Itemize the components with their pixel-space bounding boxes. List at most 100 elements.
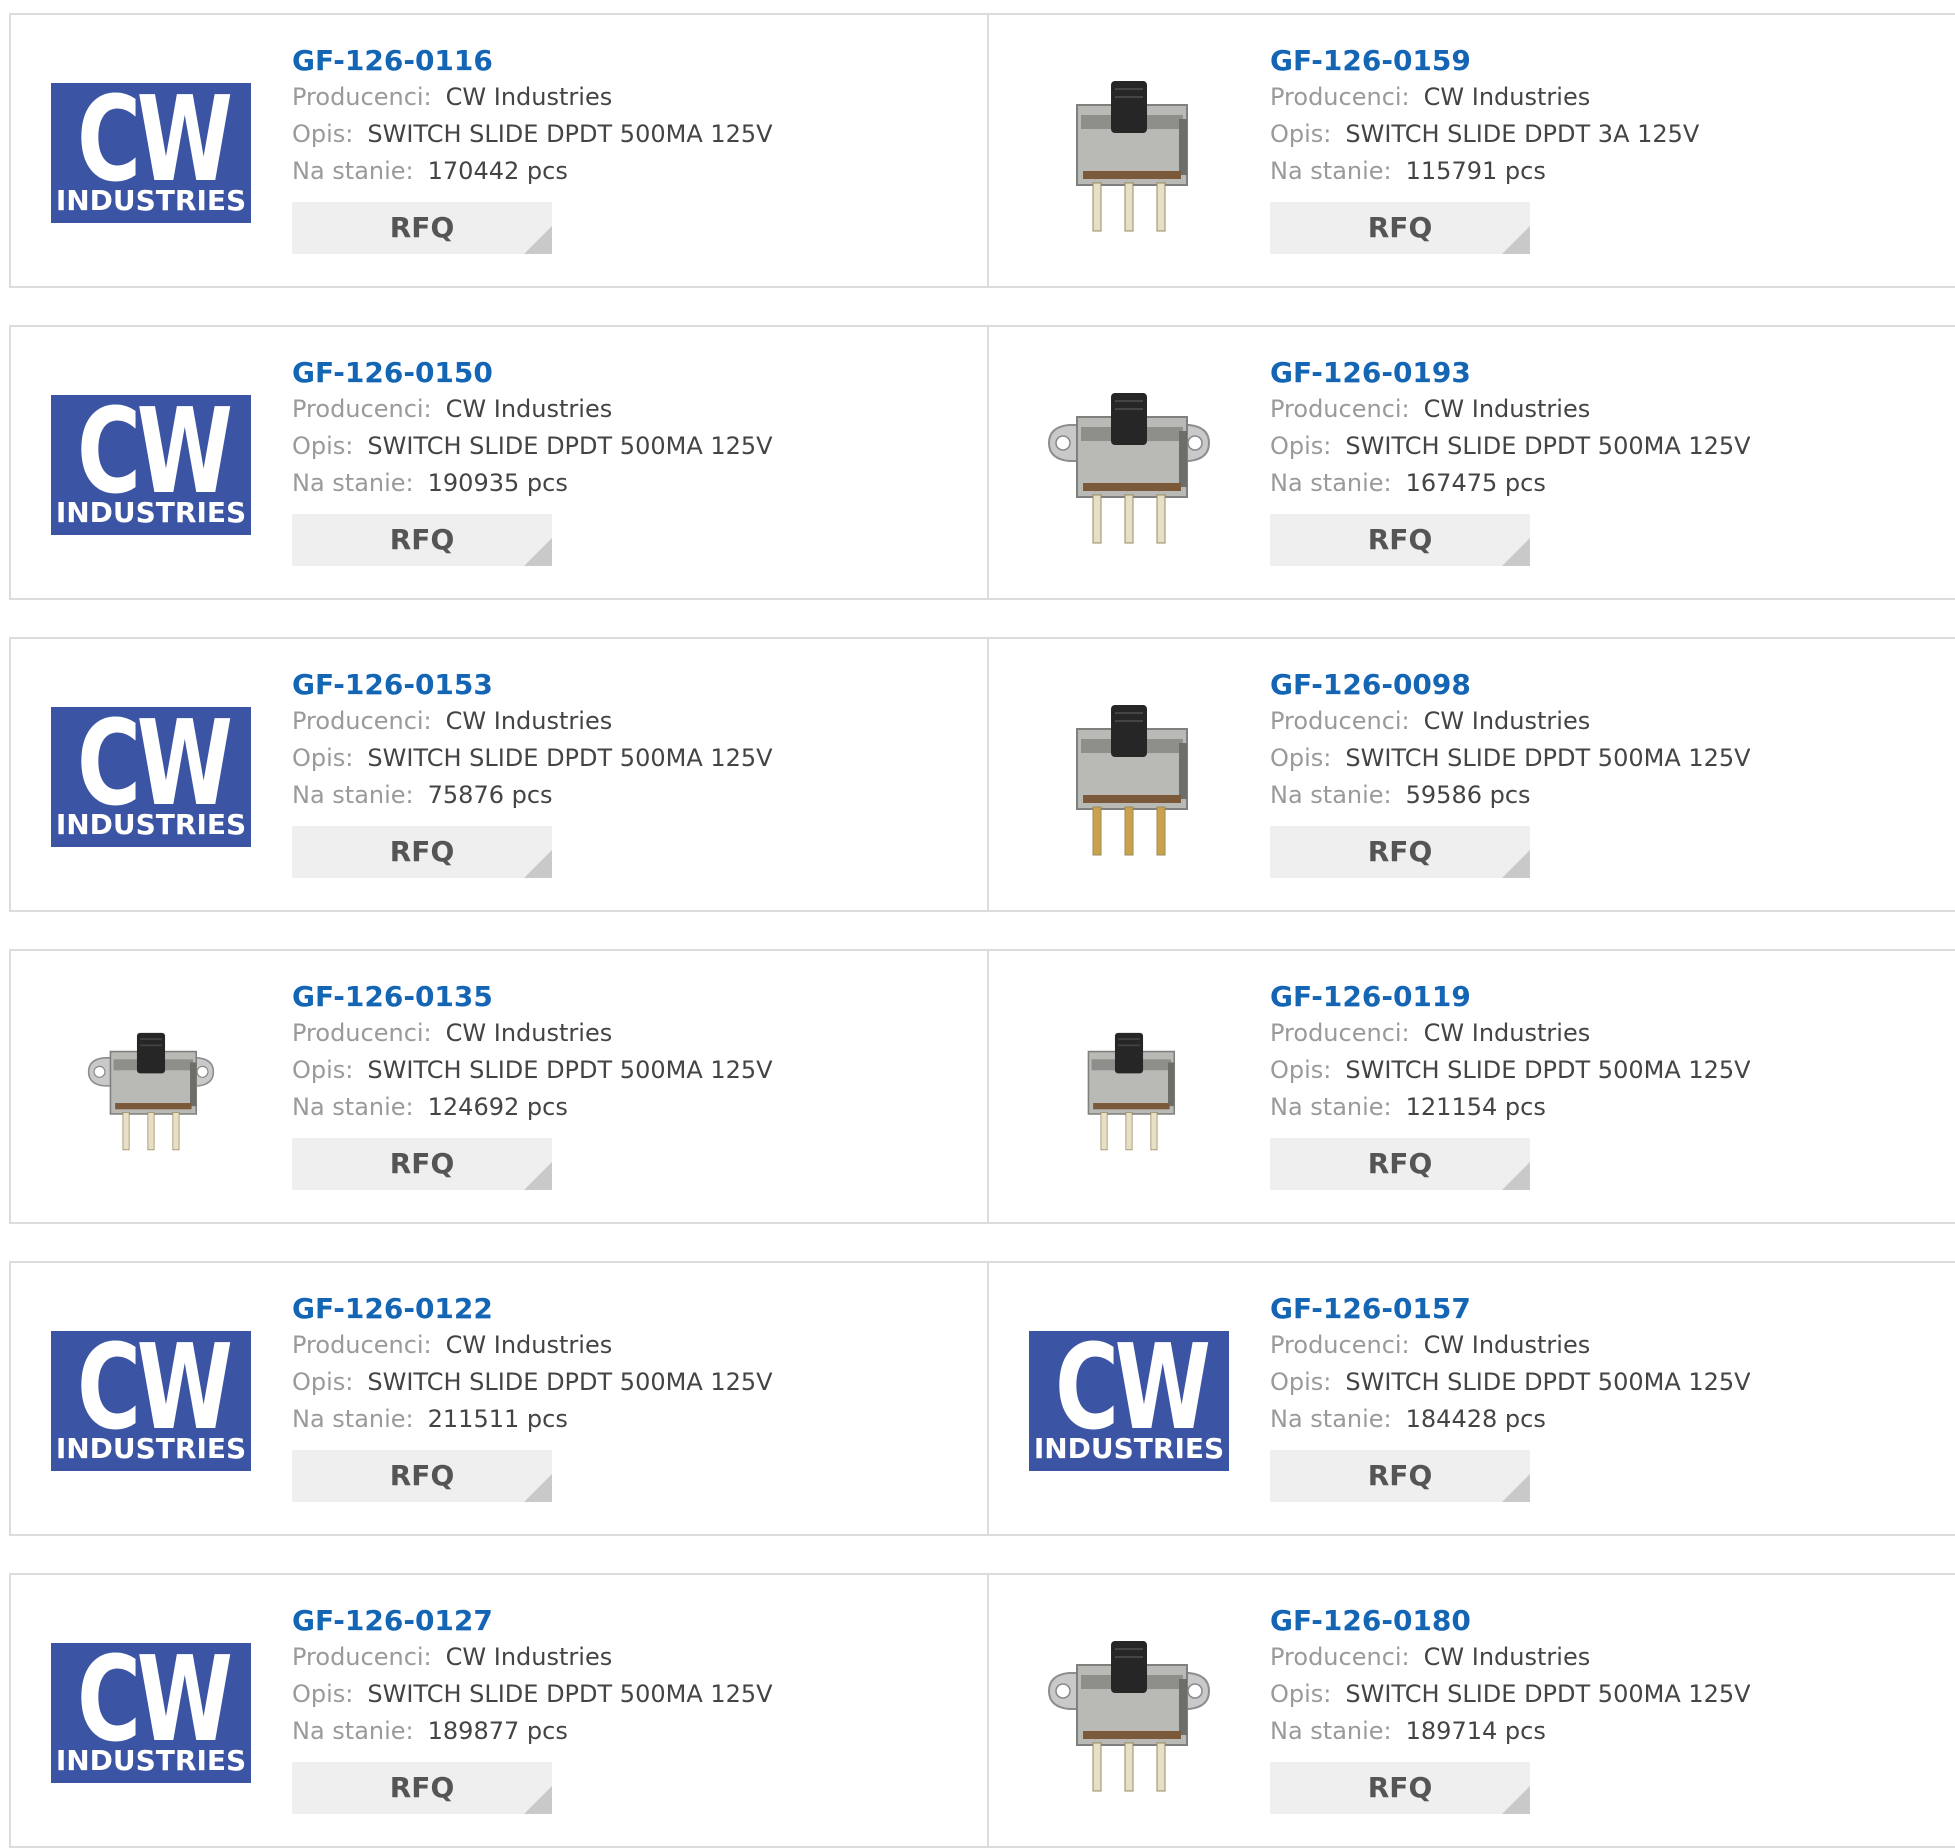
part-number-link[interactable]: GF-126-0116 [292, 43, 977, 79]
part-number-link[interactable]: GF-126-0127 [292, 1603, 977, 1639]
part-number-link[interactable]: GF-126-0119 [1270, 979, 1955, 1015]
description-value: SWITCH SLIDE DPDT 500MA 125V [367, 1680, 773, 1708]
stock-value: 189714 pcs [1405, 1717, 1546, 1745]
description-label: Opis: [1270, 1368, 1332, 1396]
description-value: SWITCH SLIDE DPDT 3A 125V [1345, 120, 1700, 148]
product-image[interactable] [1029, 1613, 1229, 1813]
part-number-link[interactable]: GF-126-0150 [292, 355, 977, 391]
rfq-button[interactable]: RFQ [292, 1138, 552, 1190]
part-number-link[interactable]: GF-126-0153 [292, 667, 977, 703]
rfq-label: RFQ [1367, 211, 1433, 244]
manufacturer-label: Producenci: [292, 395, 432, 423]
description-row: Opis: SWITCH SLIDE DPDT 500MA 125V [292, 428, 977, 465]
rfq-button[interactable]: RFQ [1270, 1450, 1530, 1502]
stock-label: Na stanie: [292, 1405, 414, 1433]
description-row: Opis: SWITCH SLIDE DPDT 500MA 125V [292, 1676, 977, 1713]
manufacturer-label: Producenci: [1270, 707, 1410, 735]
manufacturer-label: Producenci: [1270, 1019, 1410, 1047]
description-row: Opis: SWITCH SLIDE DPDT 500MA 125V [292, 740, 977, 777]
rfq-button[interactable]: RFQ [1270, 514, 1530, 566]
product-card: GF-126-0193 Producenci: CW Industries Opis:… [987, 325, 1955, 600]
description-label: Opis: [1270, 1056, 1332, 1084]
rfq-label: RFQ [389, 1771, 455, 1804]
product-info: GF-126-0098 Producenci: CW Industries Opis:… [1270, 667, 1955, 878]
corner-triangle-icon [1502, 1162, 1530, 1190]
stock-value: 115791 pcs [1405, 157, 1546, 185]
product-info: GF-126-0159 Producenci: CW Industries Opis:… [1270, 43, 1955, 254]
manufacturer-value: CW Industries [445, 83, 613, 111]
rfq-button[interactable]: RFQ [1270, 1762, 1530, 1814]
logo-subtitle: INDUSTRIES [55, 808, 247, 841]
manufacturer-label: Producenci: [1270, 1643, 1410, 1671]
slide-switch-image [73, 1011, 229, 1167]
part-number-link[interactable]: GF-126-0159 [1270, 43, 1955, 79]
stock-row: Na stanie: 170442 pcs [292, 153, 977, 190]
description-row: Opis: SWITCH SLIDE DPDT 500MA 125V [1270, 428, 1955, 465]
manufacturer-row: Producenci: CW Industries [292, 703, 977, 740]
logo-letters: CW [77, 707, 233, 832]
stock-row: Na stanie: 211511 pcs [292, 1401, 977, 1438]
stock-value: 59586 pcs [1405, 781, 1531, 809]
part-number-link[interactable]: GF-126-0193 [1270, 355, 1955, 391]
manufacturer-logo[interactable]: CW INDUSTRIES [51, 53, 251, 253]
manufacturer-logo[interactable]: CW INDUSTRIES [51, 365, 251, 565]
rfq-button[interactable]: RFQ [292, 202, 552, 254]
product-image[interactable] [1029, 365, 1229, 565]
product-image[interactable] [51, 989, 251, 1189]
part-number-link[interactable]: GF-126-0098 [1270, 667, 1955, 703]
part-number-link[interactable]: GF-126-0135 [292, 979, 977, 1015]
manufacturer-value: CW Industries [445, 1643, 613, 1671]
manufacturer-logo[interactable]: CW INDUSTRIES [1029, 1301, 1229, 1501]
rfq-button[interactable]: RFQ [292, 1450, 552, 1502]
manufacturer-value: CW Industries [1423, 1331, 1591, 1359]
manufacturer-label: Producenci: [292, 83, 432, 111]
rfq-button[interactable]: RFQ [292, 1762, 552, 1814]
manufacturer-logo[interactable]: CW INDUSTRIES [51, 1613, 251, 1813]
description-value: SWITCH SLIDE DPDT 500MA 125V [367, 120, 773, 148]
manufacturer-row: Producenci: CW Industries [292, 1015, 977, 1052]
part-number-link[interactable]: GF-126-0180 [1270, 1603, 1955, 1639]
logo-subtitle: INDUSTRIES [55, 1744, 247, 1777]
rfq-label: RFQ [389, 523, 455, 556]
rfq-button[interactable]: RFQ [1270, 1138, 1530, 1190]
rfq-button[interactable]: RFQ [292, 826, 552, 878]
manufacturer-row: Producenci: CW Industries [1270, 79, 1955, 116]
rfq-label: RFQ [1367, 1459, 1433, 1492]
logo-letters: CW [77, 1331, 233, 1456]
part-number-link[interactable]: GF-126-0157 [1270, 1291, 1955, 1327]
stock-row: Na stanie: 59586 pcs [1270, 777, 1955, 814]
product-card: CW INDUSTRIES GF-126-0127 Producenci: CW Ind… [9, 1573, 987, 1848]
product-info: GF-126-0116 Producenci: CW Industries Opis:… [292, 43, 977, 254]
description-value: SWITCH SLIDE DPDT 500MA 125V [1345, 432, 1751, 460]
description-value: SWITCH SLIDE DPDT 500MA 125V [367, 1368, 773, 1396]
stock-row: Na stanie: 121154 pcs [1270, 1089, 1955, 1126]
product-card: GF-126-0098 Producenci: CW Industries Opis:… [987, 637, 1955, 912]
rfq-button[interactable]: RFQ [292, 514, 552, 566]
part-number-link[interactable]: GF-126-0122 [292, 1291, 977, 1327]
cw-industries-logo: CW INDUSTRIES [1029, 1331, 1229, 1471]
cw-industries-logo: CW INDUSTRIES [51, 83, 251, 223]
corner-triangle-icon [524, 538, 552, 566]
stock-label: Na stanie: [292, 1717, 414, 1745]
description-row: Opis: SWITCH SLIDE DPDT 500MA 125V [292, 1052, 977, 1089]
stock-label: Na stanie: [1270, 781, 1392, 809]
manufacturer-value: CW Industries [445, 1331, 613, 1359]
rfq-button[interactable]: RFQ [1270, 202, 1530, 254]
rfq-button[interactable]: RFQ [1270, 826, 1530, 878]
description-value: SWITCH SLIDE DPDT 500MA 125V [367, 432, 773, 460]
description-row: Opis: SWITCH SLIDE DPDT 500MA 125V [1270, 1052, 1955, 1089]
manufacturer-row: Producenci: CW Industries [1270, 1327, 1955, 1364]
description-label: Opis: [1270, 120, 1332, 148]
product-image[interactable] [1029, 53, 1229, 253]
stock-value: 190935 pcs [427, 469, 568, 497]
manufacturer-logo[interactable]: CW INDUSTRIES [51, 1301, 251, 1501]
manufacturer-value: CW Industries [445, 707, 613, 735]
corner-triangle-icon [524, 226, 552, 254]
description-label: Opis: [292, 432, 354, 460]
product-image[interactable] [1029, 989, 1229, 1189]
manufacturer-label: Producenci: [1270, 83, 1410, 111]
product-info: GF-126-0122 Producenci: CW Industries Opis:… [292, 1291, 977, 1502]
manufacturer-label: Producenci: [292, 1331, 432, 1359]
product-image[interactable] [1029, 677, 1229, 877]
manufacturer-logo[interactable]: CW INDUSTRIES [51, 677, 251, 877]
